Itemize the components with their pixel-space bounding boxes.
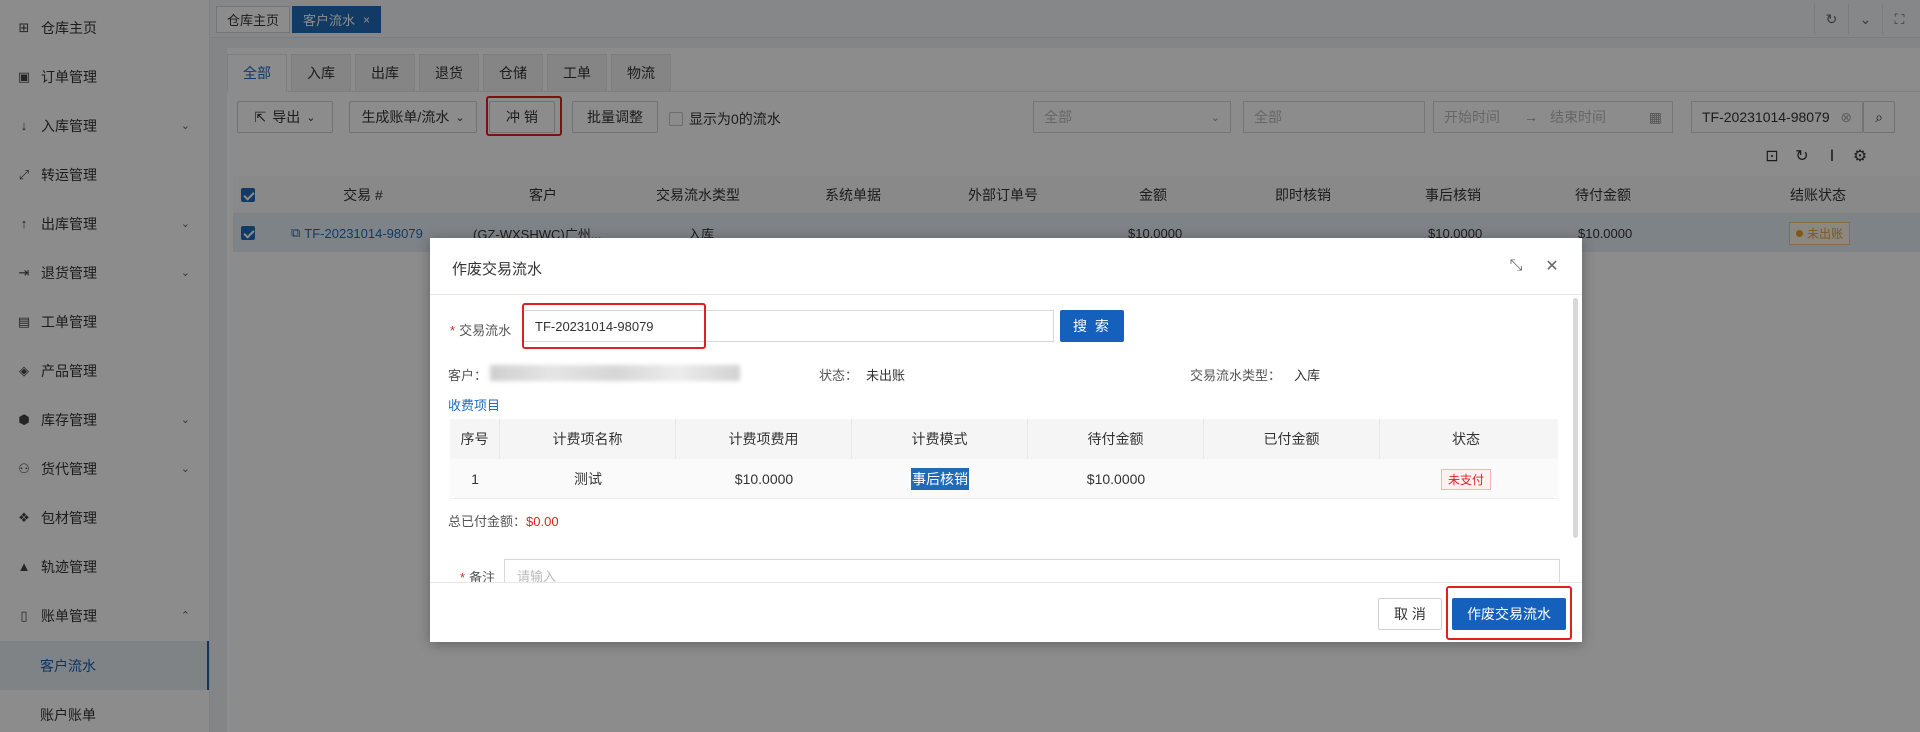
- remark-label: * 备注: [460, 567, 495, 582]
- void-label: 作废交易流水: [1467, 606, 1551, 622]
- col-item-name: 计费项名称: [500, 419, 676, 459]
- col-item-status: 状态: [1452, 431, 1480, 447]
- dialog-body: * 交易流水 TF-20231014-98079 搜 索 客户： 状态： 未出账 …: [430, 295, 1582, 582]
- item-mode-text: 事后核销: [911, 468, 969, 490]
- items-table-header: 序号 计费项名称 计费项费用 计费模式 待付金额 已付金额 状态: [450, 419, 1558, 459]
- col-item-fee: 计费项费用: [676, 419, 852, 459]
- customer-value-blurred: [490, 365, 740, 381]
- dialog-scrollbar[interactable]: [1573, 298, 1578, 538]
- required-mark: *: [460, 570, 466, 582]
- item-paid: [1204, 459, 1380, 499]
- cancel-label: 取 消: [1394, 606, 1426, 622]
- type-label: 交易流水类型：: [1190, 368, 1282, 383]
- txn-input-value: TF-20231014-98079: [535, 318, 654, 334]
- charge-items-title: 收费项目: [448, 398, 501, 413]
- col-billing-mode: 计费模式: [852, 419, 1028, 459]
- item-no: 1: [471, 471, 479, 487]
- close-icon[interactable]: ✕: [1540, 254, 1564, 278]
- remark-label-text: 备注: [469, 570, 496, 582]
- status-label: 状态：: [819, 368, 859, 383]
- remark-placeholder: 请输入: [517, 569, 557, 582]
- item-pending: $10.0000: [1086, 471, 1146, 487]
- search-button[interactable]: 搜 索: [1060, 310, 1124, 342]
- remark-textarea[interactable]: 请输入: [504, 559, 1560, 582]
- total-paid-label: 总已付金额：: [448, 514, 527, 529]
- type-value: 入库: [1294, 368, 1321, 383]
- col-pending-amount: 待付金额: [1028, 419, 1204, 459]
- total-paid: 总已付金额：$0.00: [448, 511, 559, 530]
- item-fee: $10.0000: [734, 471, 794, 487]
- void-transaction-button[interactable]: 作废交易流水: [1452, 598, 1566, 630]
- maximize-icon[interactable]: ⤡: [1504, 254, 1528, 278]
- txn-input[interactable]: TF-20231014-98079: [522, 310, 1054, 342]
- cancel-button[interactable]: 取 消: [1378, 598, 1442, 630]
- total-paid-value: $0.00: [526, 514, 559, 529]
- item-mode: 事后核销: [852, 459, 1028, 499]
- divider: [430, 582, 1582, 583]
- col-no: 序号: [450, 419, 500, 459]
- item-status: 未支付: [1380, 459, 1552, 499]
- void-transaction-dialog: 作废交易流水 ⤡ ✕ * 交易流水 TF-20231014-98079 搜 索 客…: [430, 238, 1582, 642]
- txn-label-text: 交易流水: [459, 323, 512, 338]
- item-name: 测试: [574, 471, 602, 487]
- items-table-row[interactable]: 1 测试 $10.0000 事后核销 $10.0000 未支付: [450, 459, 1558, 499]
- status-value: 未出账: [866, 368, 906, 383]
- required-mark: *: [450, 323, 456, 338]
- unpaid-badge: 未支付: [1440, 468, 1491, 490]
- col-paid-amount: 已付金额: [1204, 419, 1380, 459]
- customer-label: 客户：: [448, 368, 488, 383]
- search-button-label: 搜 索: [1073, 318, 1111, 334]
- dialog-title: 作废交易流水: [452, 261, 543, 278]
- txn-field-label: * 交易流水: [450, 320, 511, 339]
